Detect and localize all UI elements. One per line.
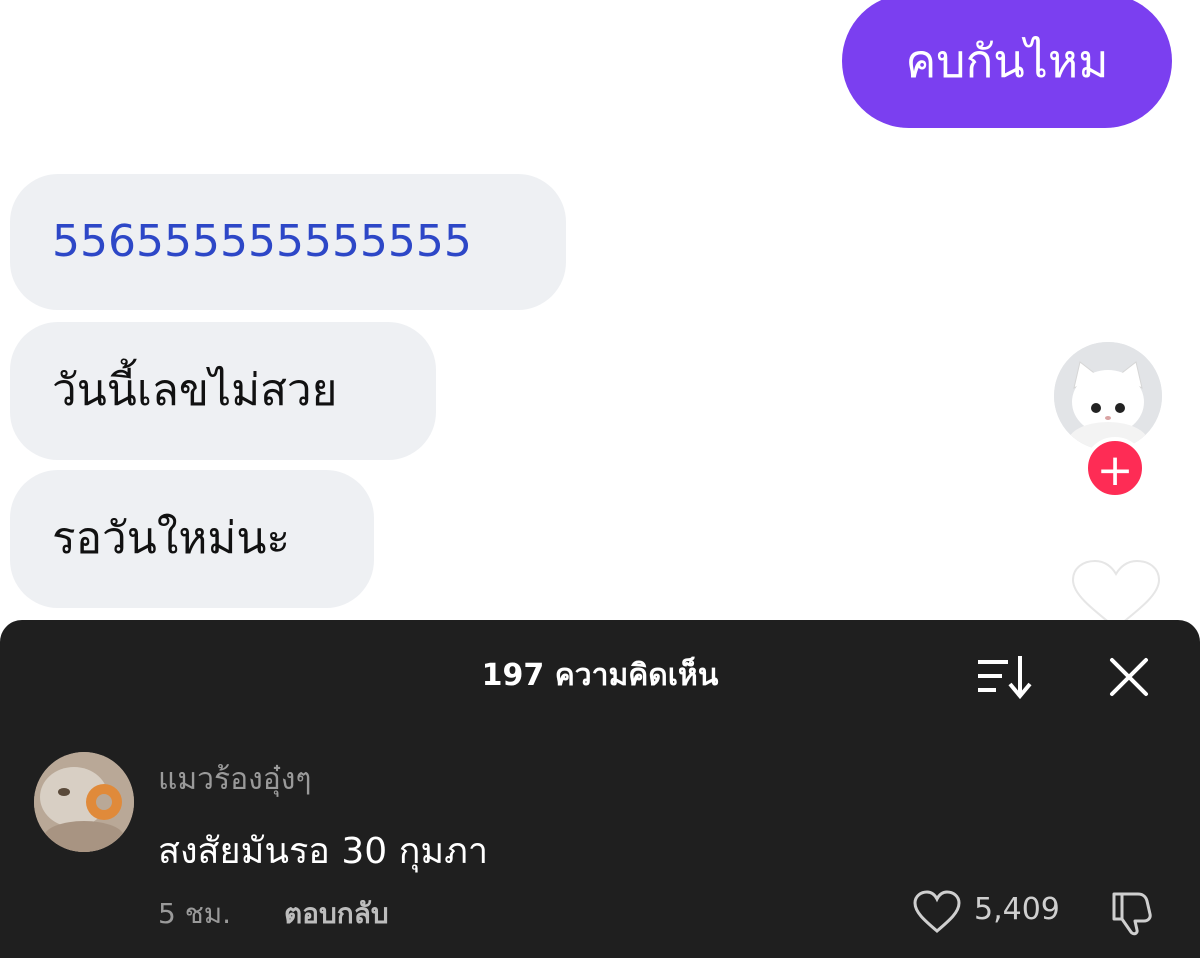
close-icon[interactable] — [1106, 654, 1152, 700]
comment-like-count: 5,409 — [974, 892, 1060, 927]
cat-avatar-icon — [1054, 342, 1162, 450]
cat-photo-icon — [34, 752, 134, 852]
reply-button[interactable]: ตอบกลับ — [284, 892, 389, 936]
creator-avatar[interactable] — [1054, 342, 1162, 450]
incoming-message-bubble: รอวันใหม่นะ — [10, 470, 374, 608]
sort-icon[interactable] — [976, 654, 1036, 700]
comment-username[interactable]: แมวร้องอุ๋งๆ — [158, 756, 312, 803]
follow-button[interactable]: + — [1084, 437, 1146, 499]
like-heart-icon[interactable] — [912, 890, 962, 934]
incoming-message-bubble: วันนี้เลขไม่สวย — [10, 322, 436, 460]
dislike-icon[interactable] — [1108, 888, 1158, 936]
chat-screenshot: คบกันไหม 556555555555555 วันนี้เลขไม่สวย… — [0, 0, 1200, 640]
commenter-avatar[interactable] — [34, 752, 134, 852]
outgoing-message-bubble: คบกันไหม — [842, 0, 1172, 128]
comment-timestamp: 5 ชม. — [158, 897, 232, 930]
comment-text: สงสัยมันรอ 30 กุมภา — [158, 831, 489, 872]
incoming-message-bubble: 556555555555555 — [10, 174, 566, 310]
